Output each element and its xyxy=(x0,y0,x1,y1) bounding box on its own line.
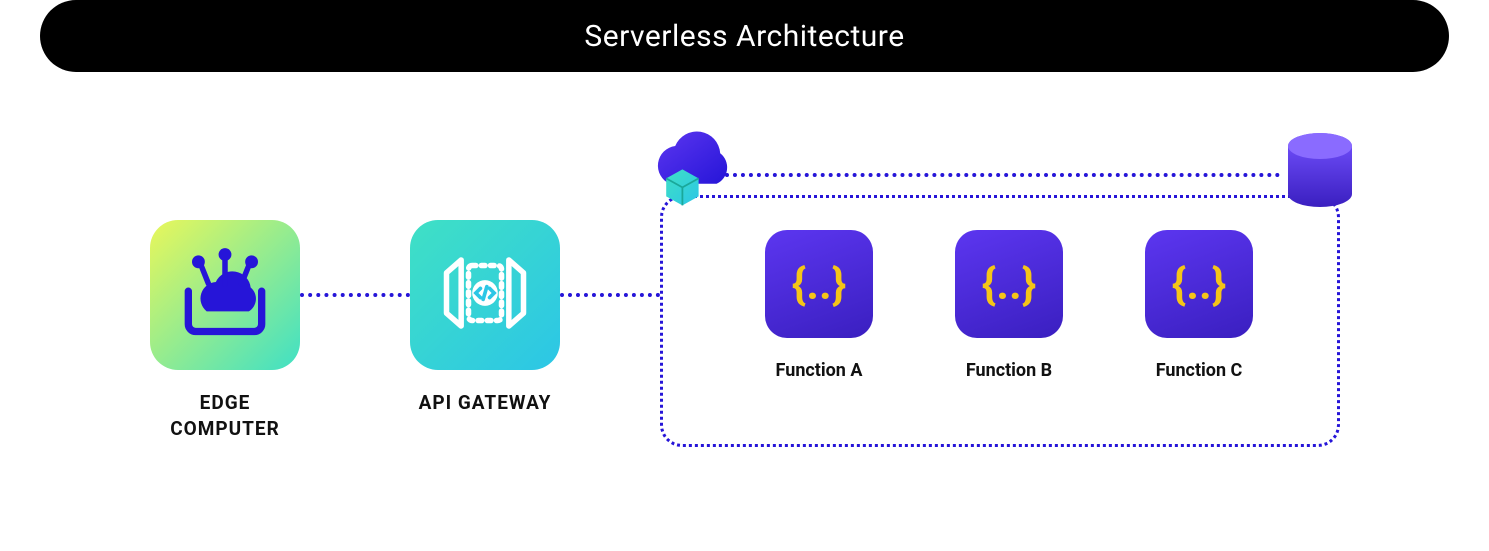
api-gateway-label: API GATEWAY xyxy=(410,390,560,416)
function-glyph: {..} xyxy=(792,258,847,310)
function-c-card: {..} xyxy=(1145,230,1253,338)
function-a-label: Function A xyxy=(759,360,879,381)
code-gateway-icon xyxy=(430,238,540,352)
diagram-canvas: EDGE COMPUTER API GATEWAY xyxy=(0,110,1489,551)
function-c-label: Function C xyxy=(1139,360,1259,381)
function-b-card: {..} xyxy=(955,230,1063,338)
connector-edge-to-api xyxy=(300,293,410,297)
connector-cloud-to-db xyxy=(725,173,1280,177)
connector-api-to-cloud xyxy=(560,293,660,297)
cloud-network-icon xyxy=(170,238,280,352)
function-b-label: Function B xyxy=(949,360,1069,381)
title-bar: Serverless Architecture xyxy=(40,0,1449,72)
edge-computer-label: EDGE COMPUTER xyxy=(150,390,300,441)
function-glyph: {..} xyxy=(982,258,1037,310)
api-gateway-node xyxy=(410,220,560,370)
cloud-with-cube-icon xyxy=(640,128,750,218)
page-title: Serverless Architecture xyxy=(584,19,904,54)
function-glyph: {..} xyxy=(1172,258,1227,310)
database-cylinder-icon xyxy=(1285,132,1355,210)
function-a-card: {..} xyxy=(765,230,873,338)
edge-computer-node xyxy=(150,220,300,370)
